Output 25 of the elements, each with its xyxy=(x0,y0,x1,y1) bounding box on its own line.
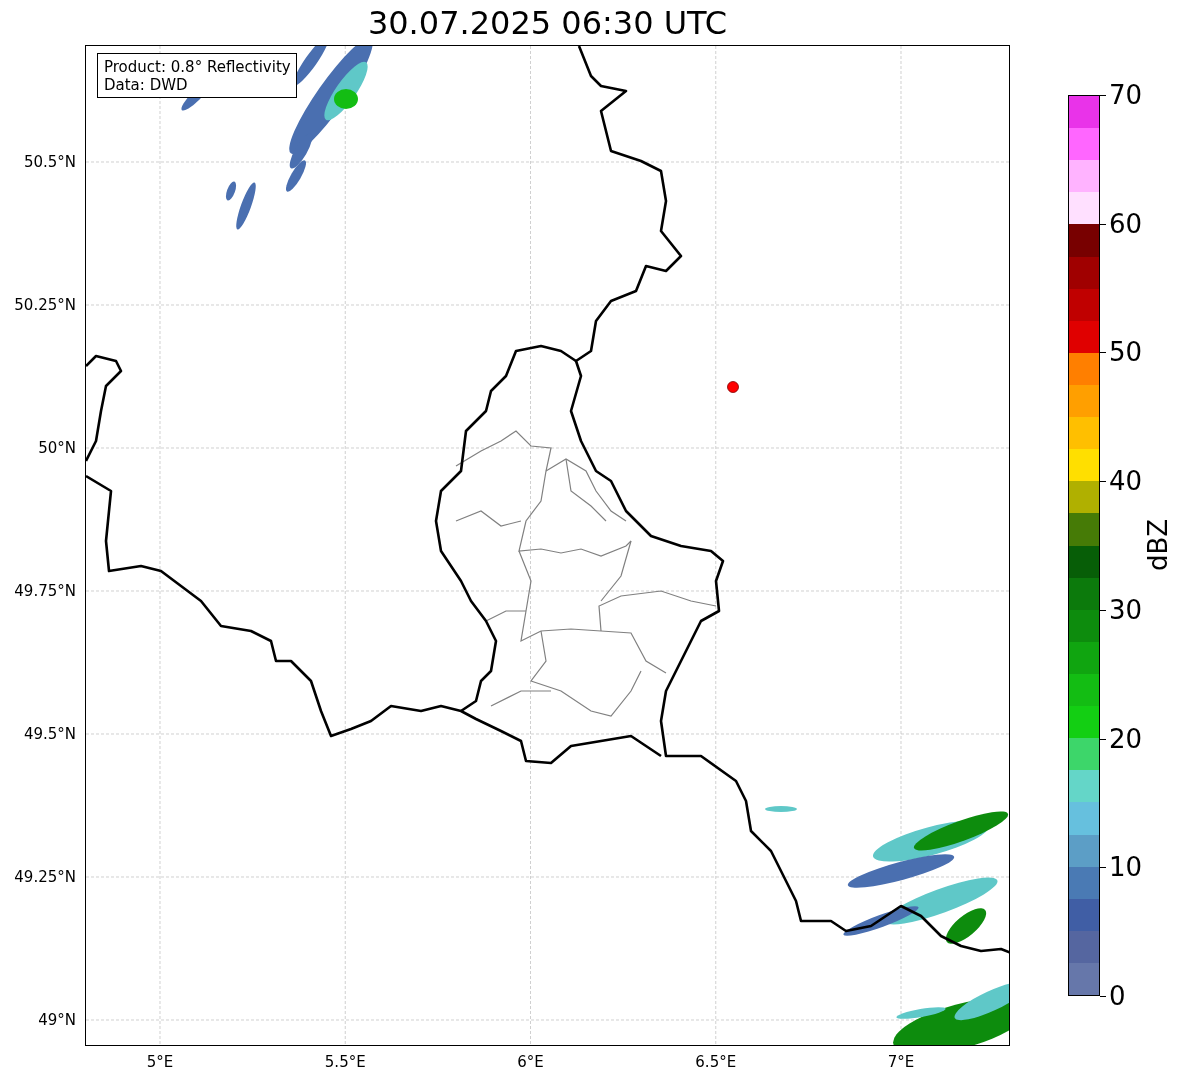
colorbar-tick-label: 50 xyxy=(1109,337,1143,368)
legend-text: Data: DWD xyxy=(104,76,189,94)
longitude-label: 6.5°E xyxy=(695,1053,737,1071)
latitude-label: 49.5°N xyxy=(23,725,76,743)
location-marker xyxy=(727,381,739,393)
colorbar-tick-label: 0 xyxy=(1109,981,1126,1011)
colorbar-label: dBZ xyxy=(1143,518,1173,572)
latitude-label: 49.25°N xyxy=(14,868,76,886)
longitude-label: 5°E xyxy=(146,1053,174,1071)
latitude-label: 49.75°N xyxy=(14,582,76,600)
colorbar-tick-label: 40 xyxy=(1109,466,1143,497)
longitude-label: 5.5°E xyxy=(324,1053,366,1071)
longitude-label: 7°E xyxy=(887,1053,915,1071)
colorbar-tick-label: 30 xyxy=(1109,594,1143,625)
latitude-label: 49°N xyxy=(38,1011,76,1029)
colorbar-tick-label: 20 xyxy=(1109,723,1143,754)
chart-title: 30.07.2025 06:30 UTC xyxy=(367,3,728,42)
colorbar-tick-label: 70 xyxy=(1109,80,1143,110)
colorbar-tick-label: 10 xyxy=(1109,852,1143,883)
longitude-label: 6°E xyxy=(517,1053,544,1071)
latitude-label: 50.25°N xyxy=(14,296,76,314)
latitude-label: 50.5°N xyxy=(23,153,76,171)
colorbar-tick-label: 60 xyxy=(1109,208,1143,239)
legend-text: Product: 0.8° Reflectivity xyxy=(104,58,291,76)
latitude-label: 50°N xyxy=(38,439,76,457)
